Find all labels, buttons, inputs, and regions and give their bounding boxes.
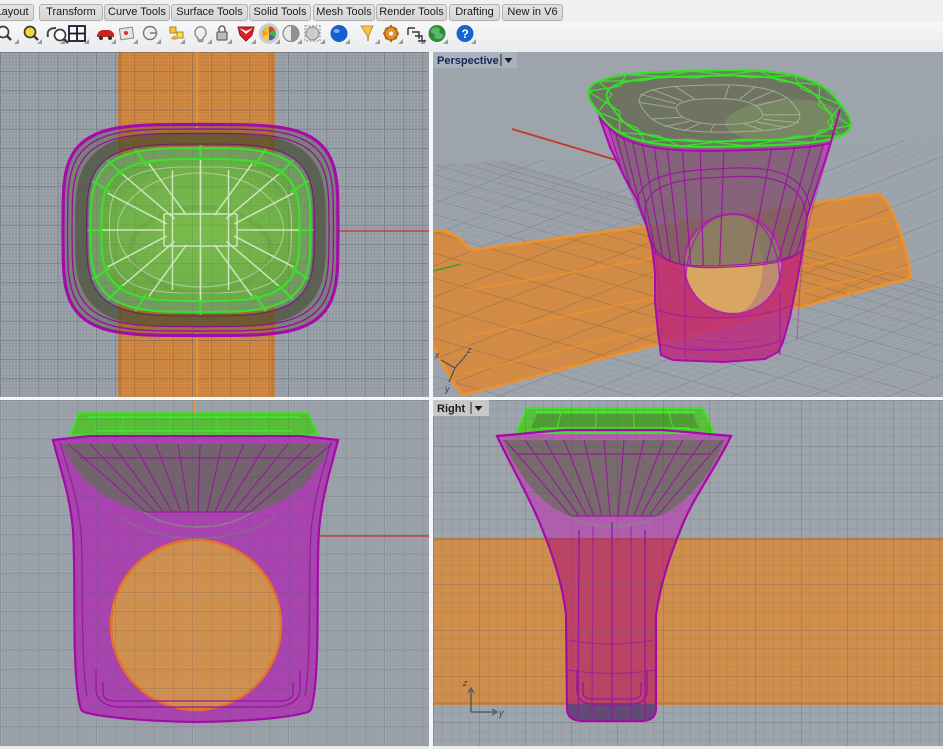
svg-text:z: z — [466, 345, 472, 355]
svg-text:Perspective: Perspective — [437, 55, 499, 67]
svg-text:z: z — [462, 678, 468, 688]
svg-text:y: y — [498, 708, 504, 718]
svg-text:?: ? — [462, 27, 469, 41]
svg-text:Right: Right — [437, 403, 465, 415]
svg-text:x: x — [434, 350, 440, 360]
svg-text:y: y — [444, 384, 450, 394]
